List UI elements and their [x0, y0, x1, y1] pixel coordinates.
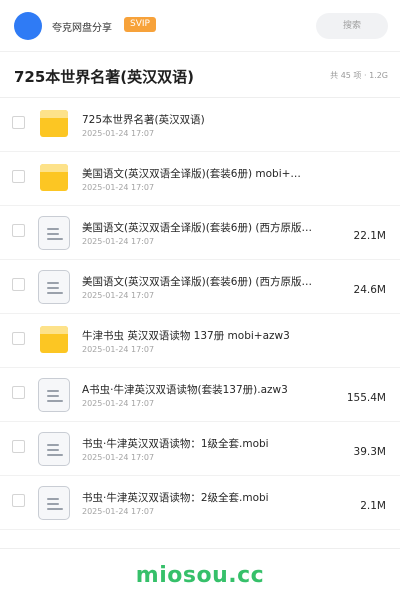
file-name: 美国语文(英汉双语全译版)(套装6册) (西方原版… [82, 222, 312, 234]
file-name: 美国语文(英汉双语全译版)(套装6册) (西方原版… [82, 276, 312, 288]
footer: miosou.cc [0, 548, 400, 600]
file-date: 2025-01-24 17:07 [82, 345, 155, 354]
file-date: 2025-01-24 17:07 [82, 507, 155, 516]
file-date: 2025-01-24 17:07 [82, 453, 155, 462]
brand-label: 夸克网盘分享 [52, 23, 112, 34]
checkbox[interactable] [12, 224, 25, 237]
folder-icon [37, 108, 71, 142]
folder-icon [37, 162, 71, 196]
file-date: 2025-01-24 17:07 [82, 183, 155, 192]
file-size: 22.1M [353, 230, 386, 242]
list-item[interactable]: 书虫·牛津英汉双语读物：2级全套.mobi 2025-01-24 17:07 2… [0, 476, 400, 530]
document-icon [37, 432, 71, 466]
file-date: 2025-01-24 17:07 [82, 399, 155, 408]
document-icon [37, 270, 71, 304]
checkbox[interactable] [12, 170, 25, 183]
checkbox[interactable] [12, 278, 25, 291]
svip-badge: SVIP [124, 17, 156, 32]
file-name: A书虫·牛津英汉双语读物(套装137册).azw3 [82, 384, 288, 396]
list-item[interactable]: 725本世界名著(英汉双语) 2025-01-24 17:07 [0, 98, 400, 152]
file-size: 2.1M [360, 500, 386, 512]
list-item[interactable]: 牛津书虫 英汉双语读物 137册 mobi+azw3 2025-01-24 17… [0, 314, 400, 368]
checkbox[interactable] [12, 116, 25, 129]
list-item[interactable]: A书虫·牛津英汉双语读物(套装137册).azw3 2025-01-24 17:… [0, 368, 400, 422]
file-list: 725本世界名著(英汉双语) 2025-01-24 17:07 美国语文(英汉双… [0, 98, 400, 530]
file-size: 24.6M [353, 284, 386, 296]
search-input[interactable] [316, 13, 388, 39]
file-date: 2025-01-24 17:07 [82, 237, 155, 246]
file-date: 2025-01-24 17:07 [82, 291, 155, 300]
page-title: 725本世界名著(英汉双语) [14, 68, 195, 86]
list-item[interactable]: 书虫·牛津英汉双语读物：1级全套.mobi 2025-01-24 17:07 3… [0, 422, 400, 476]
folder-icon [37, 324, 71, 358]
list-item[interactable]: 美国语文(英汉双语全译版)(套装6册) (西方原版… 2025-01-24 17… [0, 260, 400, 314]
item-count-meta: 共 45 项 · 1.2G [330, 71, 388, 80]
avatar[interactable] [14, 12, 42, 40]
watermark: miosou.cc [135, 563, 265, 588]
file-date: 2025-01-24 17:07 [82, 129, 155, 138]
checkbox[interactable] [12, 332, 25, 345]
file-name: 725本世界名著(英汉双语) [82, 114, 205, 126]
file-name: 美国语文(英汉双语全译版)(套装6册) mobi+… [82, 168, 301, 180]
title-bar: 725本世界名著(英汉双语) 共 45 项 · 1.2G [0, 52, 400, 98]
file-name: 书虫·牛津英汉双语读物：2级全套.mobi [82, 492, 269, 504]
checkbox[interactable] [12, 494, 25, 507]
top-bar: 夸克网盘分享 SVIP [0, 0, 400, 52]
document-icon [37, 378, 71, 412]
file-size: 155.4M [346, 392, 386, 404]
file-name: 牛津书虫 英汉双语读物 137册 mobi+azw3 [82, 330, 290, 342]
list-item[interactable]: 美国语文(英汉双语全译版)(套装6册) mobi+… 2025-01-24 17… [0, 152, 400, 206]
file-name: 书虫·牛津英汉双语读物：1级全套.mobi [82, 438, 269, 450]
document-icon [37, 486, 71, 520]
document-icon [37, 216, 71, 250]
list-item[interactable]: 美国语文(英汉双语全译版)(套装6册) (西方原版… 2025-01-24 17… [0, 206, 400, 260]
checkbox[interactable] [12, 386, 25, 399]
checkbox[interactable] [12, 440, 25, 453]
file-size: 39.3M [353, 446, 386, 458]
